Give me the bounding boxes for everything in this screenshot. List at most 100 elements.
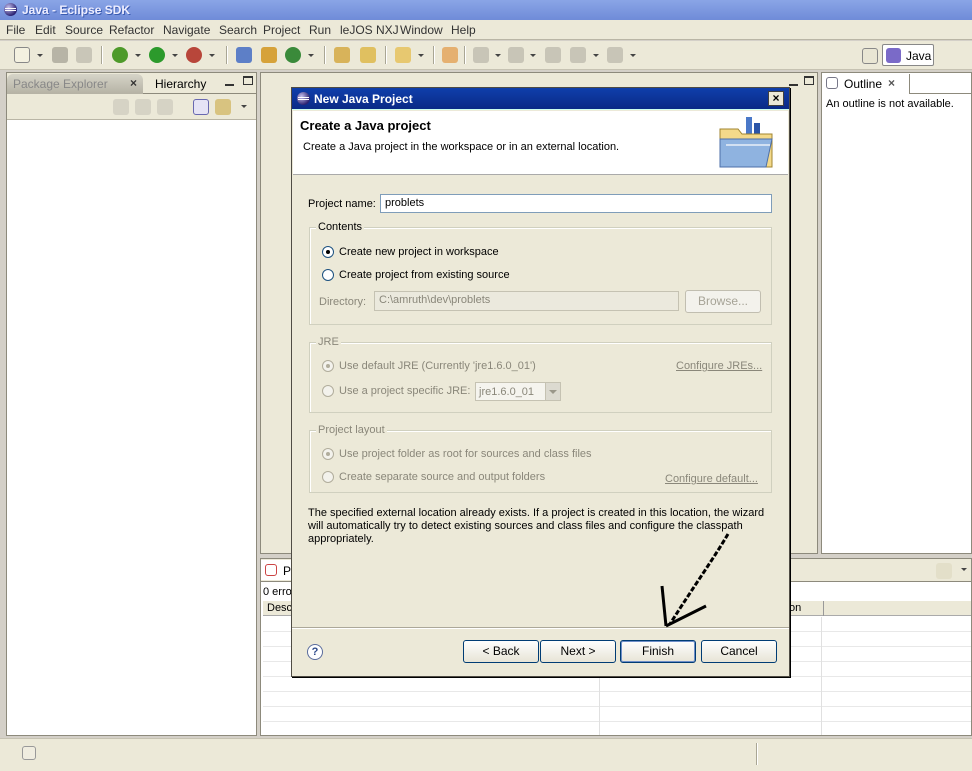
up-icon[interactable] <box>157 99 173 115</box>
main-toolbar <box>0 41 972 70</box>
jre-select[interactable]: jre1.6.0_01 <box>475 382 561 401</box>
help-icon[interactable]: ? <box>307 644 323 660</box>
menu-refactor[interactable]: Refactor <box>109 23 154 37</box>
editor-minimize-icon[interactable] <box>789 77 798 86</box>
java-perspective-label: Java <box>906 49 932 63</box>
folder-as-root-radio[interactable] <box>322 448 334 460</box>
jre-group-label: JRE <box>316 336 341 348</box>
project-layout-group-label: Project layout <box>316 424 387 436</box>
fast-view-icon[interactable] <box>22 746 36 760</box>
tab-hierarchy[interactable]: Hierarchy <box>149 74 212 94</box>
back-button[interactable]: < Back <box>463 640 539 663</box>
package-explorer-panel: Package Explorer × Hierarchy <box>6 72 257 736</box>
contents-group-label: Contents <box>316 221 365 233</box>
finish-button[interactable]: Finish <box>620 640 696 663</box>
new-project-folder-icon <box>719 117 773 168</box>
next-annotation-icon[interactable] <box>473 47 489 63</box>
outline-close-icon[interactable]: × <box>888 76 895 90</box>
new-java-project-icon[interactable] <box>236 47 252 63</box>
problems-summary: 0 erro <box>263 586 292 598</box>
separate-folders-radio[interactable] <box>322 471 334 483</box>
back-icon[interactable] <box>113 99 129 115</box>
java-perspective-icon <box>886 48 901 63</box>
open-type-icon[interactable] <box>334 47 350 63</box>
create-new-project-radio[interactable] <box>322 246 334 258</box>
maximize-icon[interactable] <box>243 76 253 85</box>
column-description[interactable]: Desc <box>267 602 292 614</box>
tab-outline[interactable]: Outline × <box>822 74 910 94</box>
external-tools-icon[interactable] <box>186 47 202 63</box>
new-class-icon[interactable] <box>285 47 301 63</box>
menu-bar: File Edit Source Refactor Navigate Searc… <box>0 20 972 40</box>
view-menu-icon[interactable] <box>241 105 247 108</box>
default-jre-label[interactable]: Use default JRE (Currently 'jre1.6.0_01'… <box>339 360 536 372</box>
jre-group: JRE Use default JRE (Currently 'jre1.6.0… <box>309 336 772 413</box>
menu-file[interactable]: File <box>6 23 25 37</box>
configure-jres-link[interactable]: Configure JREs... <box>676 360 762 372</box>
forward-arrow-icon[interactable] <box>607 47 623 63</box>
back-arrow-icon[interactable] <box>570 47 586 63</box>
dialog-eclipse-icon <box>297 92 310 105</box>
dialog-header-description: Create a Java project in the workspace o… <box>303 141 620 153</box>
new-icon[interactable] <box>14 47 30 63</box>
editor-maximize-icon[interactable] <box>804 76 814 85</box>
directory-input[interactable]: C:\amruth\dev\problets <box>374 291 679 311</box>
create-new-project-label[interactable]: Create new project in workspace <box>339 246 499 258</box>
menu-project[interactable]: Project <box>263 23 300 37</box>
menu-window[interactable]: Window <box>400 23 443 37</box>
outline-panel: Outline × An outline is not available. <box>821 72 972 554</box>
menu-source[interactable]: Source <box>65 23 103 37</box>
menu-help[interactable]: Help <box>451 23 476 37</box>
new-package-icon[interactable] <box>261 47 277 63</box>
cancel-button[interactable]: Cancel <box>701 640 777 663</box>
debug-icon[interactable] <box>112 47 128 63</box>
annotation-arrow <box>660 533 730 628</box>
java-perspective-button[interactable]: Java <box>882 44 934 66</box>
dialog-header-title: Create a Java project <box>300 118 431 133</box>
tab-package-explorer[interactable]: Package Explorer × <box>7 74 143 94</box>
problems-view-menu-icon[interactable] <box>961 568 967 571</box>
collapse-all-icon[interactable] <box>193 99 209 115</box>
menu-navigate[interactable]: Navigate <box>163 23 210 37</box>
run-icon[interactable] <box>149 47 165 63</box>
dialog-close-button[interactable]: × <box>768 91 784 106</box>
next-button[interactable]: Next > <box>540 640 616 663</box>
link-with-editor-icon[interactable] <box>215 99 231 115</box>
last-edit-icon[interactable] <box>545 47 561 63</box>
problems-icon <box>265 564 277 576</box>
save-icon[interactable] <box>52 47 68 63</box>
separate-folders-label[interactable]: Create separate source and output folder… <box>339 471 545 483</box>
new-dropdown-icon[interactable] <box>37 54 43 57</box>
directory-label: Directory: <box>319 296 367 308</box>
configure-default-link[interactable]: Configure default... <box>665 473 758 485</box>
print-icon[interactable] <box>76 47 92 63</box>
menu-lejos-nxj[interactable]: leJOS NXJ <box>340 23 399 37</box>
toggle-mark-icon[interactable] <box>442 47 458 63</box>
minimize-icon[interactable] <box>225 77 234 86</box>
outline-icon <box>826 77 838 89</box>
browse-button[interactable]: Browse... <box>685 290 761 313</box>
close-icon[interactable]: × <box>130 76 137 90</box>
explorer-toolbar <box>7 94 256 120</box>
folder-as-root-label[interactable]: Use project folder as root for sources a… <box>339 448 592 460</box>
window-title: Java - Eclipse SDK <box>22 3 131 17</box>
dialog-title: New Java Project <box>314 92 413 106</box>
menu-search[interactable]: Search <box>219 23 257 37</box>
specific-jre-label[interactable]: Use a project specific JRE: <box>339 385 470 397</box>
status-bar <box>0 738 972 771</box>
create-from-existing-radio[interactable] <box>322 269 334 281</box>
dialog-header: Create a Java project Create a Java proj… <box>293 111 788 175</box>
previous-annotation-icon[interactable] <box>508 47 524 63</box>
column-location[interactable]: on <box>789 602 801 614</box>
menu-run[interactable]: Run <box>309 23 331 37</box>
forward-icon[interactable] <box>135 99 151 115</box>
menu-edit[interactable]: Edit <box>35 23 56 37</box>
filter-icon[interactable] <box>936 563 952 579</box>
open-folder-icon[interactable] <box>395 47 411 63</box>
open-perspective-icon[interactable] <box>862 48 878 64</box>
specific-jre-radio[interactable] <box>322 385 334 397</box>
project-name-input[interactable]: problets <box>380 194 772 213</box>
search-icon[interactable] <box>360 47 376 63</box>
default-jre-radio[interactable] <box>322 360 334 372</box>
create-from-existing-label[interactable]: Create project from existing source <box>339 269 510 281</box>
